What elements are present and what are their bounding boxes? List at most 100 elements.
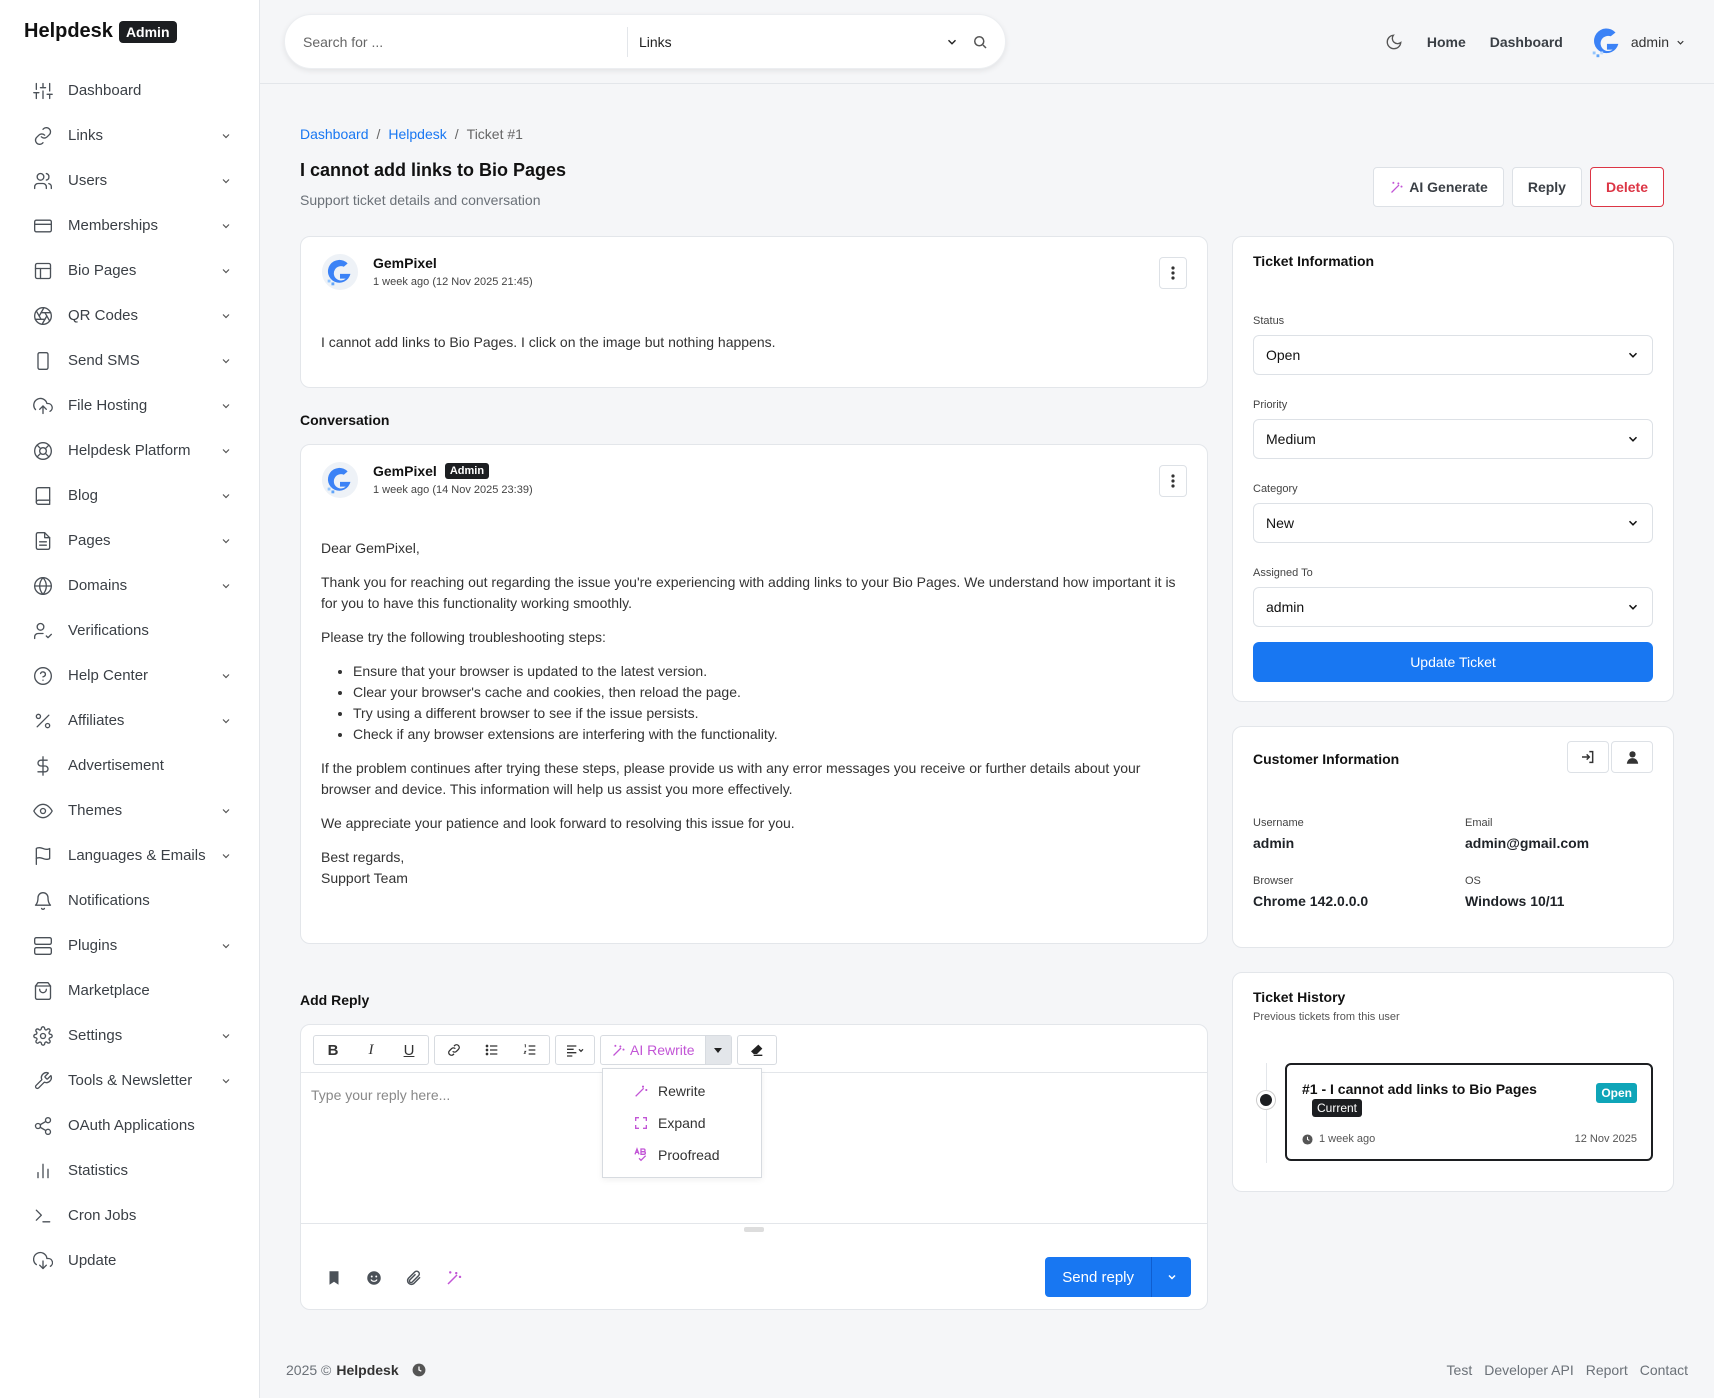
sidebar-item-helpdesk-platform[interactable]: Helpdesk Platform	[0, 428, 260, 473]
sidebar-item-languages-and-emails[interactable]: Languages & Emails	[0, 833, 260, 878]
sidebar-item-label: OAuth Applications	[68, 1117, 195, 1134]
server-icon	[34, 936, 52, 955]
sidebar-item-bio-pages[interactable]: Bio Pages	[0, 248, 260, 293]
sidebar-item-blog[interactable]: Blog	[0, 473, 260, 518]
view-user-button[interactable]	[1611, 741, 1653, 773]
sidebar-item-cron-jobs[interactable]: Cron Jobs	[0, 1193, 260, 1238]
status-label: Status	[1253, 315, 1285, 327]
clock-icon	[1302, 1133, 1313, 1145]
sidebar-item-verifications[interactable]: Verifications	[0, 608, 260, 653]
history-ticket-item[interactable]: #1 - I cannot add links to Bio Pages Cur…	[1285, 1063, 1653, 1161]
brand-logo[interactable]: Helpdesk Admin	[24, 20, 177, 43]
sidebar-item-help-center[interactable]: Help Center	[0, 653, 260, 698]
send-options-toggle[interactable]	[1151, 1257, 1191, 1297]
link-icon	[448, 1044, 460, 1056]
sidebar-item-users[interactable]: Users	[0, 158, 260, 203]
paperclip-icon[interactable]	[405, 1269, 423, 1287]
search-scope-select[interactable]: Links	[639, 15, 959, 68]
email-label: Email	[1465, 817, 1493, 829]
login-as-user-button[interactable]	[1567, 741, 1609, 773]
breadcrumb-current: Ticket #1	[466, 126, 523, 142]
aperture-icon	[34, 306, 52, 325]
ai-generate-button[interactable]: AI Generate	[1373, 167, 1504, 207]
sidebar-item-marketplace[interactable]: Marketplace	[0, 968, 260, 1013]
dashboard-link[interactable]: Dashboard	[1490, 34, 1563, 50]
message-header: GemPixel 1 week ago (12 Nov 2025 21:45)	[321, 253, 533, 291]
message-greeting: Dear GemPixel,	[321, 540, 420, 556]
link-button[interactable]	[435, 1036, 473, 1064]
category-select[interactable]: New	[1253, 503, 1653, 543]
avatar	[321, 461, 359, 499]
footer-link-test[interactable]: Test	[1447, 1362, 1473, 1378]
sidebar-item-qr-codes[interactable]: QR Codes	[0, 293, 260, 338]
reply-button[interactable]: Reply	[1511, 167, 1582, 207]
sidebar-item-domains[interactable]: Domains	[0, 563, 260, 608]
ordered-list-button[interactable]	[511, 1036, 549, 1064]
layout-icon	[34, 262, 52, 279]
sidebar-item-oauth-applications[interactable]: OAuth Applications	[0, 1103, 260, 1148]
footer-link-report[interactable]: Report	[1586, 1362, 1628, 1378]
sidebar-item-label: Plugins	[68, 937, 118, 954]
timeline-line	[1266, 1063, 1267, 1163]
user-menu[interactable]: admin	[1587, 23, 1686, 61]
clear-formatting-button[interactable]	[738, 1036, 776, 1064]
ai-menu-proofread[interactable]: Proofread	[603, 1139, 761, 1171]
priority-select[interactable]: Medium	[1253, 419, 1653, 459]
ai-menu-expand[interactable]: Expand	[603, 1107, 761, 1139]
search-input[interactable]	[303, 15, 613, 68]
sidebar-item-tools-and-newsletter[interactable]: Tools & Newsletter	[0, 1058, 260, 1103]
sidebar-item-dashboard[interactable]: Dashboard	[0, 68, 260, 113]
assigned-select[interactable]: admin	[1253, 587, 1653, 627]
message-options-button[interactable]	[1159, 465, 1187, 497]
bookmark-icon[interactable]	[325, 1269, 343, 1287]
send-reply-button[interactable]: Send reply	[1045, 1257, 1151, 1297]
underline-button[interactable]: U	[390, 1036, 428, 1064]
sidebar-item-label: Help Center	[68, 667, 149, 684]
resize-handle[interactable]	[744, 1227, 764, 1232]
chevron-down-icon	[222, 448, 230, 453]
emoji-icon[interactable]	[365, 1269, 383, 1287]
sidebar-item-file-hosting[interactable]: File Hosting	[0, 383, 260, 428]
message-signature: Support Team	[321, 870, 408, 886]
sidebar-item-label: Tools & Newsletter	[68, 1072, 193, 1089]
users-icon	[34, 172, 53, 189]
gear-icon	[33, 1025, 53, 1046]
sidebar-item-memberships[interactable]: Memberships	[0, 203, 260, 248]
download-cloud-icon	[33, 1251, 53, 1269]
align-button[interactable]	[556, 1036, 594, 1064]
sidebar-item-plugins[interactable]: Plugins	[0, 923, 260, 968]
sidebar-item-affiliates[interactable]: Affiliates	[0, 698, 260, 743]
sidebar-item-pages[interactable]: Pages	[0, 518, 260, 563]
bold-button[interactable]: B	[314, 1036, 352, 1064]
footer-link-contact[interactable]: Contact	[1640, 1362, 1688, 1378]
sidebar-item-advertisement[interactable]: Advertisement	[0, 743, 260, 788]
sidebar-item-update[interactable]: Update	[0, 1238, 260, 1283]
bullet-list-button[interactable]	[473, 1036, 511, 1064]
update-ticket-button[interactable]: Update Ticket	[1253, 642, 1653, 682]
conversation-message-card: GemPixel Admin 1 week ago (14 Nov 2025 2…	[300, 444, 1208, 944]
magic-wand-icon[interactable]	[445, 1269, 463, 1287]
ai-rewrite-button[interactable]: AI Rewrite	[601, 1036, 705, 1064]
status-select[interactable]: Open	[1253, 335, 1653, 375]
search-icon[interactable]	[971, 33, 989, 51]
sidebar-item-notifications[interactable]: Notifications	[0, 878, 260, 923]
sidebar-item-links[interactable]: Links	[0, 113, 260, 158]
sidebar-item-statistics[interactable]: Statistics	[0, 1148, 260, 1193]
ai-menu-rewrite[interactable]: Rewrite	[603, 1075, 761, 1107]
message-options-button[interactable]	[1159, 257, 1187, 289]
breadcrumb-dashboard[interactable]: Dashboard	[300, 126, 369, 142]
sidebar-item-themes[interactable]: Themes	[0, 788, 260, 833]
moon-icon[interactable]	[1385, 33, 1403, 51]
priority-value: Medium	[1266, 431, 1316, 447]
breadcrumb-helpdesk[interactable]: Helpdesk	[388, 126, 446, 142]
ai-rewrite-dropdown-toggle[interactable]	[704, 1036, 731, 1064]
sidebar-item-settings[interactable]: Settings	[0, 1013, 260, 1058]
italic-button[interactable]: I	[352, 1036, 390, 1064]
history-ticket-ago: 1 week ago	[1319, 1133, 1376, 1145]
eye-icon	[33, 803, 53, 818]
sidebar-item-send-sms[interactable]: Send SMS	[0, 338, 260, 383]
footer-link-developer-api[interactable]: Developer API	[1484, 1362, 1574, 1378]
home-link[interactable]: Home	[1427, 34, 1466, 50]
footer-year: 2025 ©	[286, 1362, 332, 1378]
delete-button[interactable]: Delete	[1589, 167, 1664, 207]
